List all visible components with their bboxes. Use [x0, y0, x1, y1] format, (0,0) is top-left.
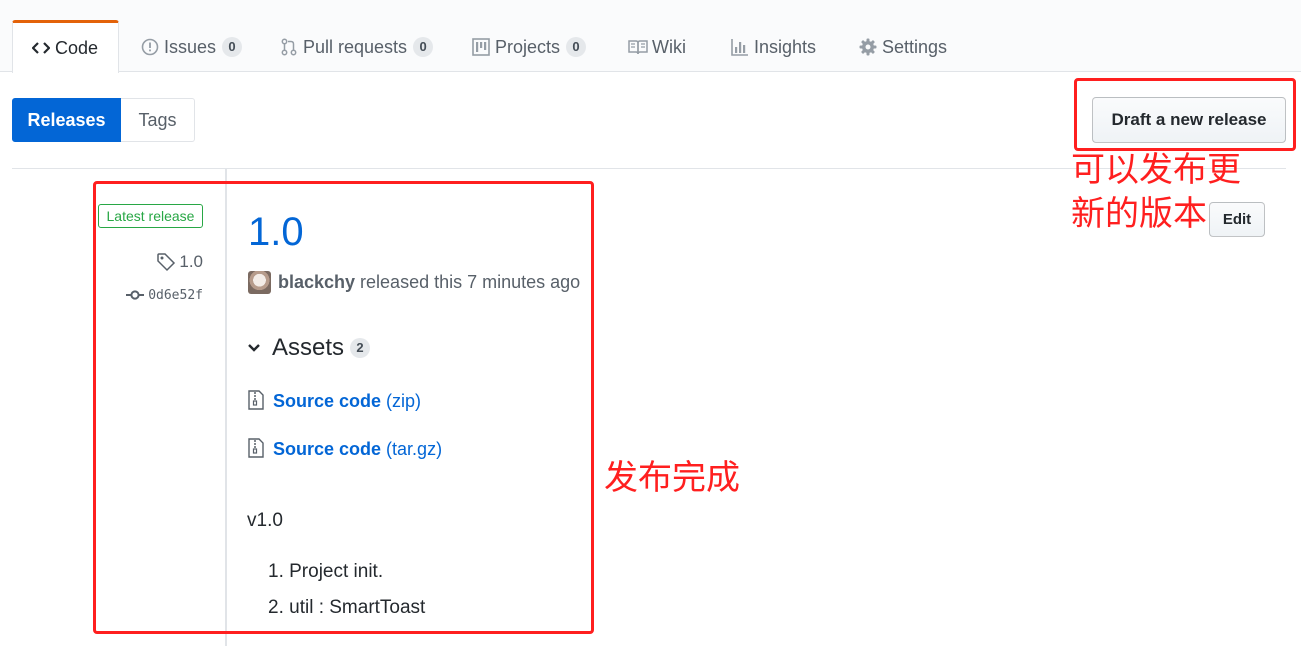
releases-subnav: Releases Tags [12, 98, 195, 142]
book-icon [628, 37, 648, 57]
project-icon [471, 37, 491, 57]
tab-pull-requests-label: Pull requests [303, 36, 408, 57]
tab-insights-label: Insights [754, 36, 817, 57]
projects-counter: 0 [566, 37, 587, 57]
tags-tab[interactable]: Tags [121, 98, 195, 142]
tab-projects[interactable]: Projects 0 [471, 22, 587, 72]
annotation-note-done: 发布完成 [604, 459, 740, 497]
issue-icon [140, 37, 160, 57]
graph-icon [730, 37, 750, 57]
issues-counter: 0 [222, 37, 243, 57]
code-icon [31, 38, 51, 58]
tab-insights[interactable]: Insights [730, 22, 816, 72]
tab-projects-label: Projects [495, 36, 561, 57]
annotation-box-draft [1074, 78, 1296, 151]
tab-issues-label: Issues [164, 36, 217, 57]
repo-nav: Code Issues 0 Pull requests 0 Projects 0… [0, 0, 1301, 73]
tab-wiki[interactable]: Wiki [628, 22, 686, 72]
tab-pull-requests[interactable]: Pull requests 0 [279, 22, 434, 72]
tab-code[interactable]: Code [12, 20, 120, 73]
annotation-note-draft-line1: 可以发布更 [1071, 151, 1241, 189]
edit-release-button[interactable]: Edit [1209, 202, 1265, 237]
tab-settings-label: Settings [882, 36, 948, 57]
releases-tab[interactable]: Releases [12, 98, 121, 142]
pull-request-icon [279, 37, 299, 57]
tab-issues[interactable]: Issues 0 [140, 22, 243, 72]
annotation-note-draft-line2: 新的版本 [1071, 195, 1207, 233]
gear-icon [858, 37, 878, 57]
tab-settings[interactable]: Settings [858, 22, 947, 72]
tab-code-label: Code [55, 37, 99, 58]
pull-requests-counter: 0 [413, 37, 434, 57]
tab-wiki-label: Wiki [652, 36, 686, 57]
annotation-box-release [93, 181, 594, 634]
